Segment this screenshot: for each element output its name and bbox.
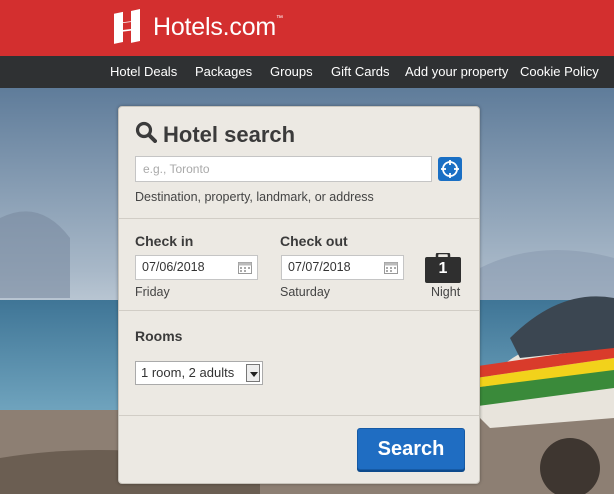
rooms-label: Rooms bbox=[135, 328, 183, 344]
hotels-logo-icon bbox=[109, 9, 145, 45]
nights-badge: 1 bbox=[425, 251, 461, 283]
divider bbox=[119, 310, 479, 311]
chevron-down-icon[interactable] bbox=[246, 364, 260, 382]
trademark: ™ bbox=[276, 14, 284, 22]
card-title: Hotel search bbox=[163, 121, 296, 147]
nav-packages[interactable]: Packages bbox=[195, 56, 252, 88]
checkout-date-field[interactable]: 07/07/2018 bbox=[281, 255, 404, 280]
hotel-search-card: Hotel search Destination, property, land… bbox=[118, 106, 480, 484]
divider bbox=[119, 218, 479, 219]
divider bbox=[119, 415, 479, 416]
nights-label: Night bbox=[431, 285, 461, 299]
search-icon bbox=[135, 121, 157, 148]
rooms-select[interactable]: 1 room, 2 adults bbox=[135, 361, 263, 385]
checkin-date-value: 07/06/2018 bbox=[142, 260, 205, 274]
nav-cookie-policy[interactable]: Cookie Policy bbox=[520, 56, 599, 88]
destination-hint: Destination, property, landmark, or addr… bbox=[135, 190, 374, 204]
search-button[interactable]: Search bbox=[357, 428, 465, 470]
current-location-button[interactable] bbox=[438, 157, 462, 181]
checkin-label: Check in bbox=[135, 233, 194, 249]
nav-add-property[interactable]: Add your property bbox=[405, 56, 508, 88]
nav-groups[interactable]: Groups bbox=[270, 56, 313, 88]
rooms-select-value: 1 room, 2 adults bbox=[141, 365, 235, 380]
calendar-icon[interactable] bbox=[384, 261, 398, 274]
crosshair-icon bbox=[441, 160, 459, 178]
nav-hotel-deals[interactable]: Hotel Deals bbox=[110, 56, 177, 88]
top-nav: Hotel Deals Packages Groups Gift Cards A… bbox=[0, 56, 614, 88]
checkin-date-field[interactable]: 07/06/2018 bbox=[135, 255, 258, 280]
card-header: Hotel search bbox=[135, 121, 295, 148]
brand-name: Hotels.com bbox=[153, 12, 277, 41]
destination-input[interactable] bbox=[135, 156, 432, 182]
checkin-day: Friday bbox=[135, 285, 170, 299]
checkout-day: Saturday bbox=[280, 285, 331, 299]
hotels-logo[interactable]: Hotels.com ™ bbox=[109, 9, 283, 45]
calendar-icon[interactable] bbox=[238, 261, 252, 274]
nights-count: 1 bbox=[438, 260, 448, 277]
checkout-label: Check out bbox=[280, 233, 348, 249]
site-header: Hotels.com ™ bbox=[0, 0, 614, 56]
nav-gift-cards[interactable]: Gift Cards bbox=[331, 56, 390, 88]
checkout-date-value: 07/07/2018 bbox=[288, 260, 351, 274]
